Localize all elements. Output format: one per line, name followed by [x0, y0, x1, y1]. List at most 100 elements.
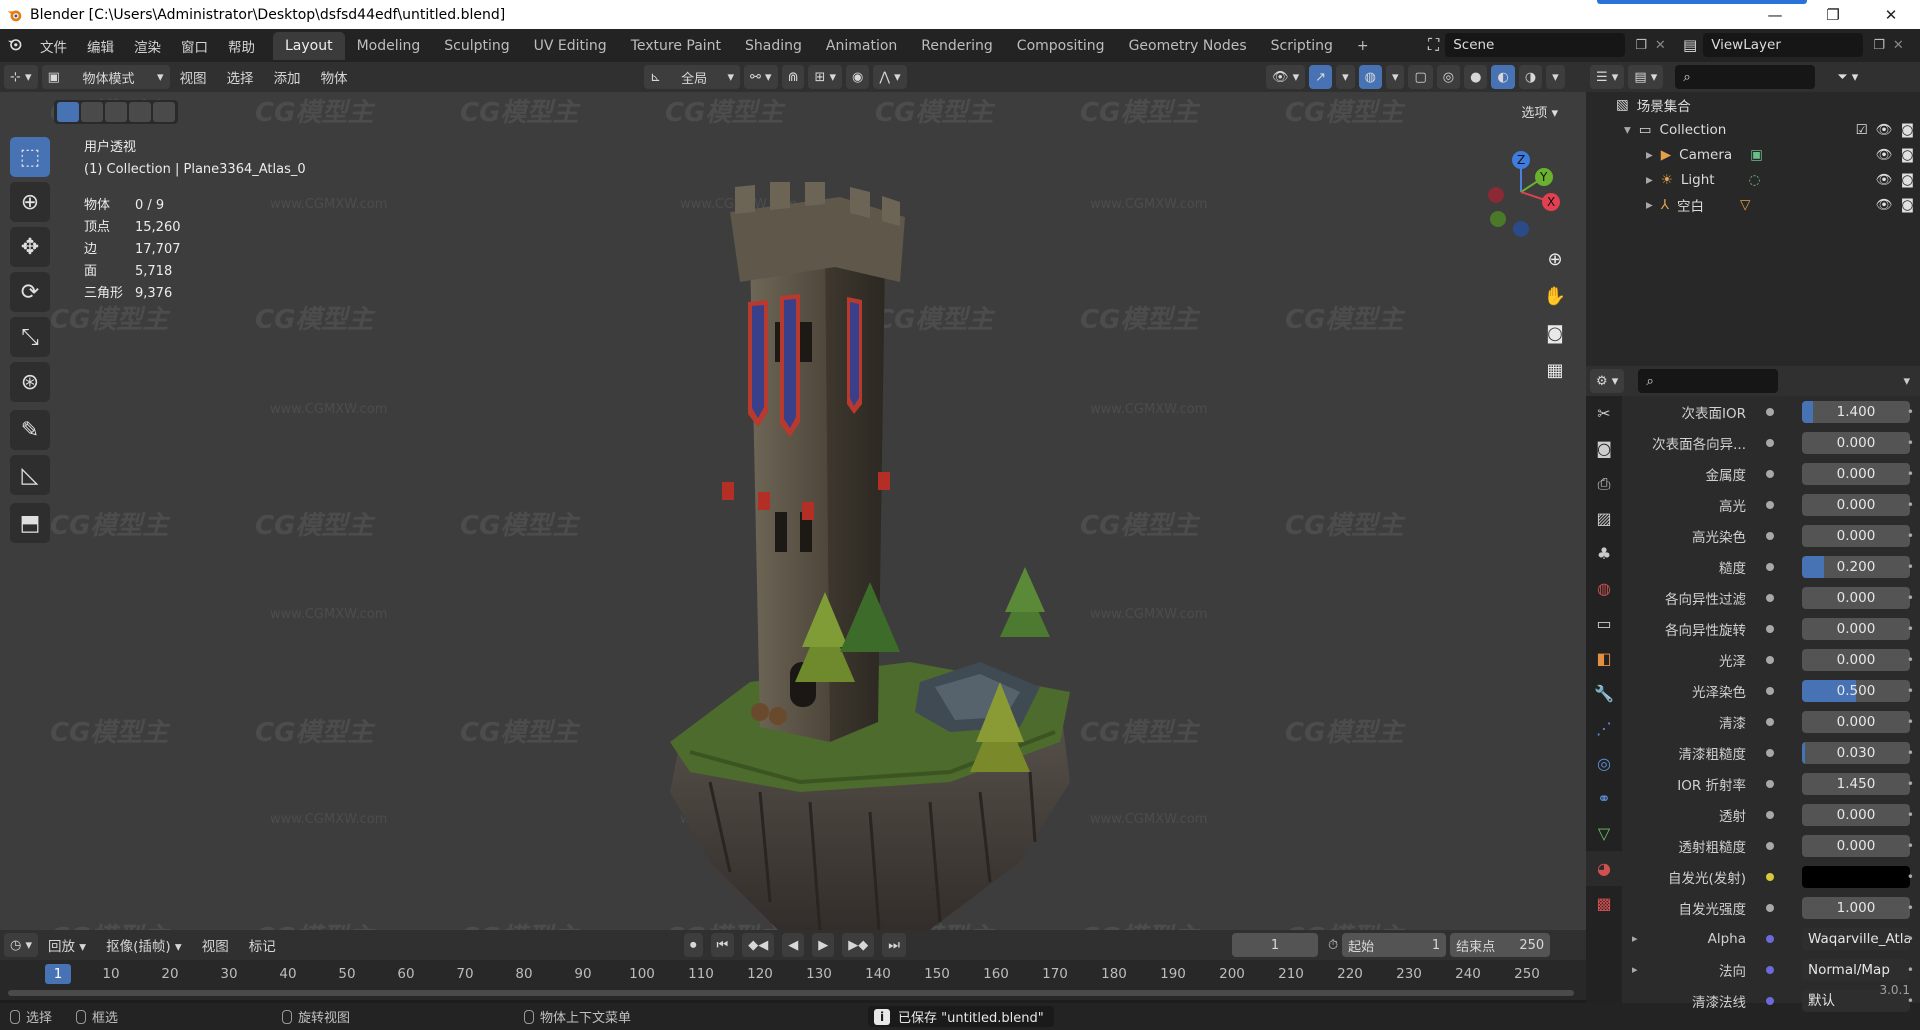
property-field[interactable]: 0.000 [1802, 834, 1910, 857]
tab-collection[interactable]: ▭ [1586, 606, 1622, 641]
expand-icon[interactable]: ▸ [1646, 147, 1653, 163]
remove-view-layer-icon[interactable]: ✕ [1893, 38, 1904, 53]
axis-neg-y-icon[interactable] [1490, 211, 1506, 227]
socket-dot-icon[interactable] [1766, 996, 1774, 1005]
socket-dot-icon[interactable] [1766, 903, 1774, 912]
rotate-tool[interactable]: ⟳ [10, 272, 50, 312]
select-extend-button[interactable] [81, 102, 103, 122]
move-tool[interactable]: ✥ [10, 227, 50, 267]
current-frame-marker[interactable]: 1 [45, 964, 71, 984]
camera-render-icon[interactable]: ◙ [1901, 147, 1914, 163]
close-button[interactable]: ✕ [1862, 6, 1920, 24]
keyframe-dot-icon[interactable]: • [1907, 746, 1914, 760]
prev-keyframe-button[interactable]: ◆◀ [742, 933, 775, 957]
ortho-toggle-button[interactable]: ▦ [1540, 355, 1570, 385]
overlay-dropdown[interactable]: ▾ [1385, 65, 1405, 89]
camera-render-icon[interactable]: ◙ [1901, 172, 1914, 188]
socket-dot-icon[interactable] [1766, 934, 1774, 943]
property-field[interactable]: 0.000 [1802, 710, 1910, 733]
socket-dot-icon[interactable] [1766, 779, 1774, 788]
current-frame-field[interactable]: 1 [1232, 933, 1318, 957]
socket-dot-icon[interactable] [1766, 531, 1774, 540]
blender-menu-icon[interactable] [0, 36, 30, 56]
keyframe-dot-icon[interactable]: • [1907, 405, 1914, 419]
tab-output[interactable]: ⎙ [1586, 466, 1622, 501]
falloff-dropdown[interactable]: ⋀ ▾ [873, 65, 907, 89]
tab-modeling[interactable]: Modeling [345, 32, 433, 60]
socket-dot-icon[interactable] [1766, 500, 1774, 509]
keyframe-dot-icon[interactable]: • [1907, 684, 1914, 698]
outliner-scene-collection[interactable]: ▧ 场景集合 [1586, 92, 1920, 117]
camera-render-icon[interactable]: ◙ [1901, 122, 1914, 138]
socket-dot-icon[interactable] [1766, 624, 1774, 633]
keyframe-dot-icon[interactable]: • [1907, 777, 1914, 791]
play-button[interactable]: ▶ [812, 933, 835, 957]
xray-toggle[interactable]: ▢ [1408, 65, 1433, 89]
eye-icon[interactable]: 👁 [1876, 172, 1893, 188]
menu-add[interactable]: 添加 [264, 67, 311, 87]
keyframe-dot-icon[interactable]: • [1907, 932, 1914, 946]
tab-animation[interactable]: Animation [814, 32, 909, 60]
menu-select[interactable]: 选择 [217, 67, 264, 87]
remove-scene-icon[interactable]: ✕ [1655, 38, 1666, 53]
keyframe-dot-icon[interactable]: • [1907, 591, 1914, 605]
tab-constraints[interactable]: ⚭ [1586, 781, 1622, 816]
tab-layout[interactable]: Layout [273, 31, 345, 60]
minimize-button[interactable]: — [1746, 6, 1804, 24]
snap-target-dropdown[interactable]: ⊞ ▾ [808, 65, 843, 89]
properties-editor-type[interactable]: ⚙ ▾ [1590, 369, 1625, 393]
menu-keying[interactable]: 抠像(插帧) ▾ [96, 935, 192, 955]
camera-render-icon[interactable]: ◙ [1901, 197, 1914, 213]
property-field[interactable]: Normal/Map [1802, 958, 1910, 981]
timeline-scrollbar[interactable] [8, 990, 1574, 996]
add-cube-tool[interactable]: ⬒ [10, 503, 50, 543]
camera-view-button[interactable]: ◙ [1540, 318, 1570, 348]
scene-field[interactable]: Scene [1445, 33, 1626, 57]
proportional-edit-toggle[interactable]: ◉ [846, 65, 870, 89]
outliner-item-camera[interactable]: ▸ ▶ Camera ▣ 👁 ◙ [1586, 142, 1920, 167]
select-new-button[interactable] [57, 102, 79, 122]
visibility-dropdown[interactable]: 👁 ▾ [1266, 65, 1306, 89]
outliner-item-collection[interactable]: ▾ ▭ Collection ☑ 👁 ◙ [1586, 117, 1920, 142]
menu-object[interactable]: 物体 [311, 67, 358, 87]
tab-physics[interactable]: ◎ [1586, 746, 1622, 781]
mode-dropdown[interactable]: ▣ 物体模式 ▾ [41, 65, 170, 89]
tab-tool[interactable]: ✂ [1586, 396, 1622, 431]
select-invert-button[interactable] [129, 102, 151, 122]
timeline-editor-type[interactable]: ◷ ▾ [4, 933, 39, 957]
property-field[interactable]: 1.400 [1802, 400, 1910, 423]
jump-end-button[interactable]: ⏭ [882, 933, 906, 957]
outliner-item-empty[interactable]: ▸ ⅄ 空白 ▽ 👁 ◙ [1586, 192, 1920, 217]
property-field[interactable]: 0.000 [1802, 617, 1910, 640]
checkbox-icon[interactable]: ☑ [1856, 122, 1868, 138]
chevron-down-icon[interactable]: ▾ [1903, 374, 1910, 389]
tab-sculpting[interactable]: Sculpting [432, 32, 521, 60]
tab-uv-editing[interactable]: UV Editing [522, 32, 619, 60]
editor-type-button[interactable]: ⊹ ▾ [4, 65, 38, 89]
keyframe-dot-icon[interactable]: • [1907, 963, 1914, 977]
camera-data-icon[interactable]: ▣ [1750, 147, 1763, 163]
socket-dot-icon[interactable] [1766, 841, 1774, 850]
keyframe-dot-icon[interactable]: • [1907, 901, 1914, 915]
expand-icon[interactable]: ▸ [1646, 197, 1653, 213]
tab-view-layer[interactable]: ▨ [1586, 501, 1622, 536]
expand-icon[interactable]: ▸ [1646, 172, 1653, 188]
eye-icon[interactable]: 👁 [1876, 197, 1893, 213]
socket-dot-icon[interactable] [1766, 686, 1774, 695]
display-mode-dropdown[interactable]: ▤ ▾ [1628, 65, 1664, 89]
select-subtract-button[interactable] [105, 102, 127, 122]
pan-button[interactable]: ✋ [1540, 281, 1570, 311]
outliner-item-light[interactable]: ▸ ☀ Light ◌ 👁 ◙ [1586, 167, 1920, 192]
tab-scene[interactable]: ♣ [1586, 536, 1622, 571]
expand-icon[interactable]: ▸ [1632, 932, 1638, 945]
children-icon[interactable]: ▽ [1740, 197, 1750, 213]
options-dropdown[interactable]: 选项 ▾ [1515, 100, 1564, 123]
keyframe-dot-icon[interactable]: • [1907, 870, 1914, 884]
stopwatch-icon[interactable]: ⏱ [1328, 938, 1338, 953]
menu-view[interactable]: 视图 [170, 67, 217, 87]
menu-window[interactable]: 窗口 [171, 36, 218, 56]
tab-modifiers[interactable]: 🔧 [1586, 676, 1622, 711]
property-field[interactable]: 1.450 [1802, 772, 1910, 795]
shading-rendered[interactable]: ◑ [1518, 65, 1543, 89]
property-field[interactable]: 1.000 [1802, 896, 1910, 919]
